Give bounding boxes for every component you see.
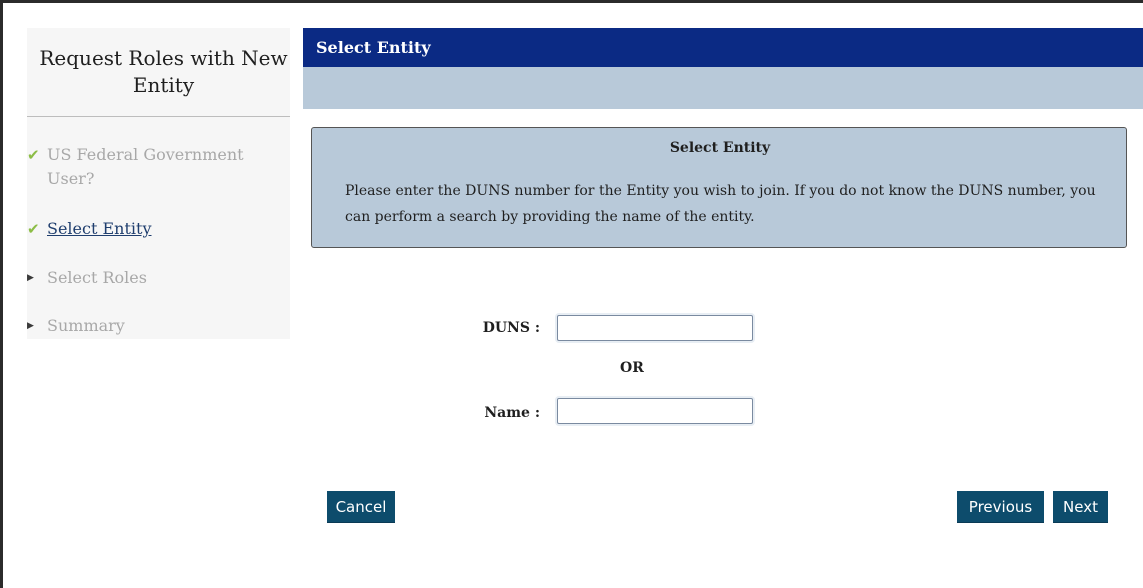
window-frame-top	[0, 0, 1143, 3]
info-panel-text: Please enter the DUNS number for the Ent…	[345, 183, 1096, 225]
sidebar-step-label: US Federal Government User?	[47, 145, 244, 188]
name-label: Name :	[484, 405, 540, 421]
name-input[interactable]	[557, 398, 753, 424]
sidebar-title-text: Request Roles with New Entity	[39, 46, 288, 97]
arrow-right-icon: ▶	[27, 321, 34, 331]
sidebar-step-label: Select Roles	[47, 268, 147, 287]
cancel-button[interactable]: Cancel	[327, 491, 395, 522]
sidebar-title: Request Roles with New Entity	[27, 28, 290, 117]
info-panel-title: Select Entity	[669, 140, 771, 156]
sidebar-step-label[interactable]: Select Entity	[47, 217, 267, 241]
page-subheader	[303, 67, 1143, 109]
next-button[interactable]: Next	[1053, 491, 1108, 522]
or-separator: OR	[620, 360, 644, 376]
page-header: Select Entity	[303, 28, 1143, 67]
duns-label: DUNS :	[482, 320, 540, 336]
sidebar-step-label: Summary	[47, 316, 125, 335]
check-icon: ✔	[27, 146, 40, 164]
arrow-right-icon: ▶	[27, 273, 34, 283]
duns-input[interactable]	[557, 315, 753, 341]
check-icon: ✔	[27, 220, 40, 238]
previous-button[interactable]: Previous	[957, 491, 1044, 522]
page-title: Select Entity	[316, 38, 431, 57]
info-panel: Select Entity Please enter the DUNS numb…	[311, 127, 1127, 248]
window-tab-notch	[64, 3, 94, 9]
window-frame-left	[0, 0, 3, 588]
